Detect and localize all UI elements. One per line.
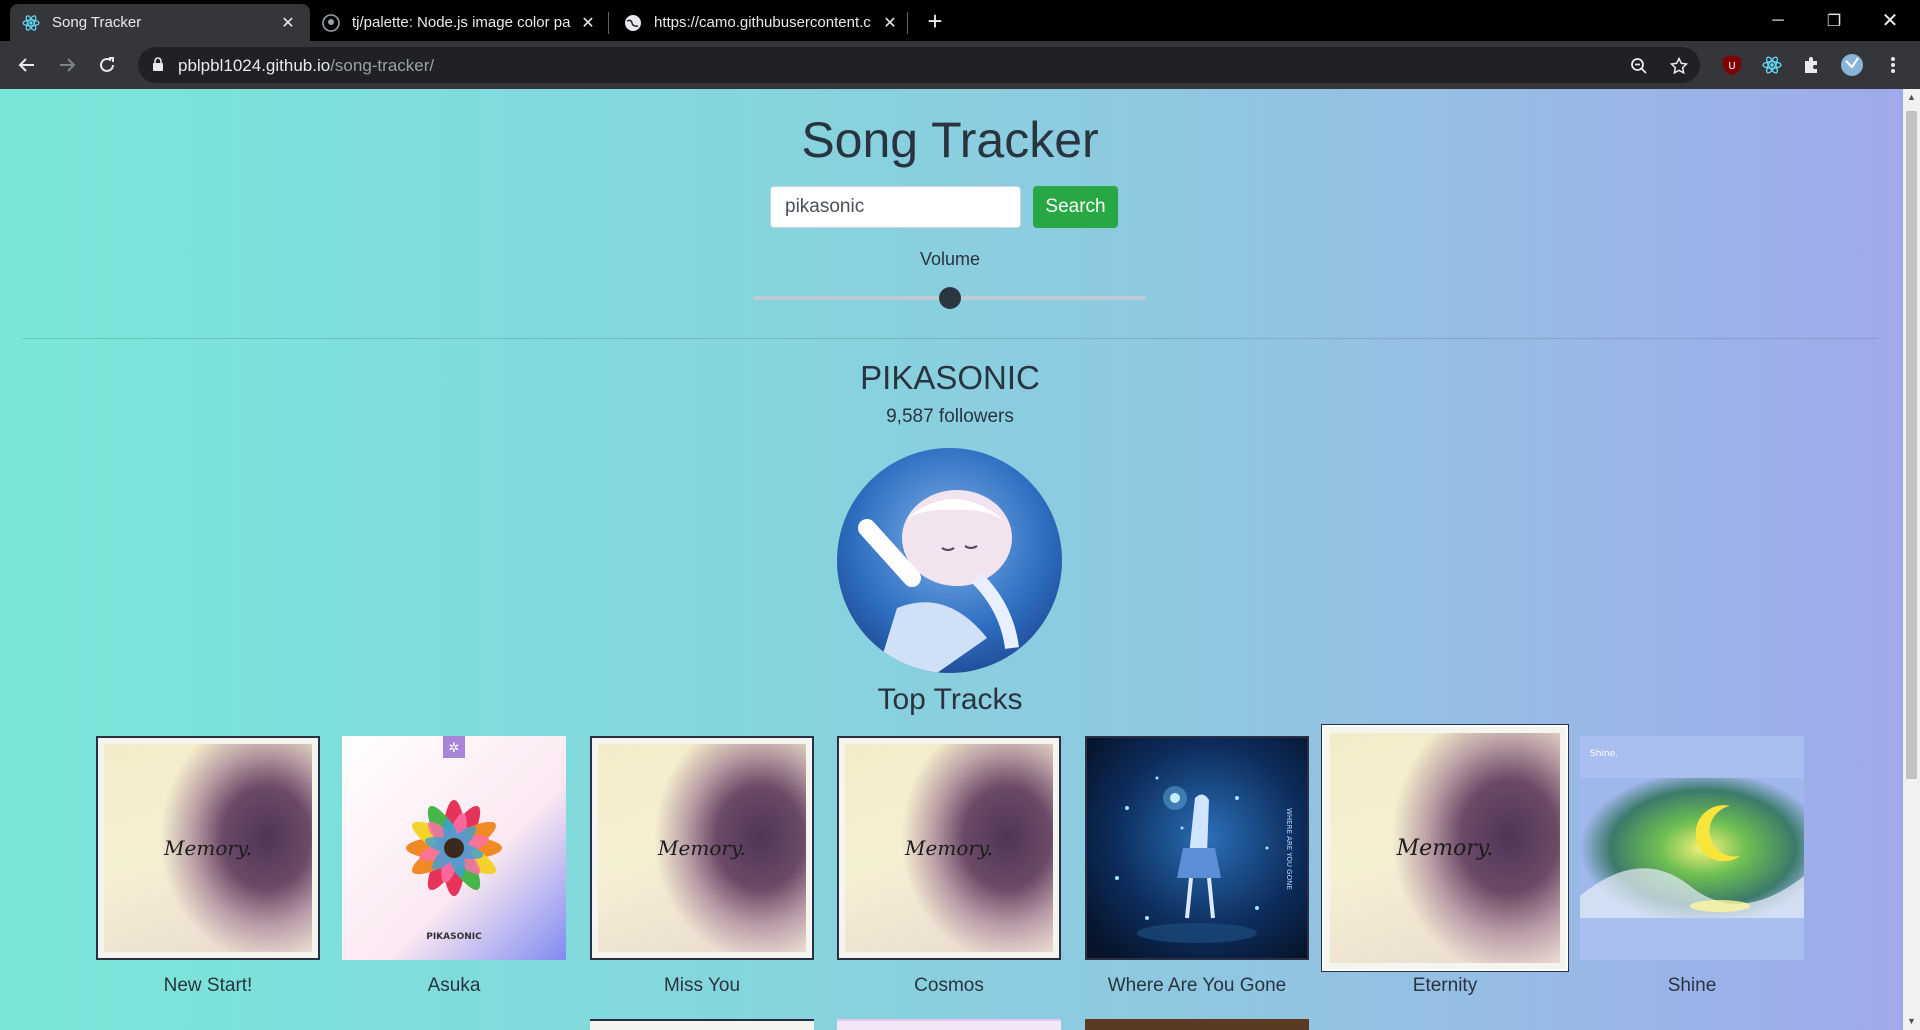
track-cover[interactable]: Memory.: [837, 736, 1061, 960]
github-icon: [322, 13, 340, 32]
close-icon[interactable]: ✕: [578, 13, 598, 33]
react-devtools-icon[interactable]: [1759, 52, 1785, 78]
url-text: pblpbl1024.github.io/song-tracker/: [178, 56, 434, 76]
svg-text:✲: ✲: [449, 741, 460, 756]
close-icon[interactable]: ✕: [278, 13, 298, 33]
track-cover[interactable]: [590, 1019, 814, 1030]
url-path: /song-tracker/: [330, 56, 435, 75]
tab-title: tj/palette: Node.js image color pa: [352, 14, 571, 31]
tab-separator: [907, 12, 908, 34]
track-name[interactable]: New Start!: [88, 975, 328, 997]
cover-text: Memory.: [658, 836, 746, 860]
top-tracks-heading: Top Tracks: [877, 683, 1023, 716]
artist-name: PIKASONIC: [860, 359, 1040, 396]
search-button[interactable]: Search: [1033, 186, 1118, 228]
new-tab-button[interactable]: +: [920, 6, 950, 36]
tab-title: Song Tracker: [52, 14, 142, 31]
tab-separator: [608, 12, 609, 34]
lock-icon: [152, 57, 164, 77]
cover-text: Memory.: [1396, 835, 1494, 861]
cover-text: Shine.: [1590, 749, 1618, 759]
cover-text: WHERE ARE YOU GONE: [1285, 808, 1293, 890]
track-cover[interactable]: Memory.: [96, 736, 320, 960]
reload-icon[interactable]: [92, 50, 122, 80]
cover-text: PIKASONIC: [426, 932, 482, 942]
star-icon[interactable]: [1668, 55, 1690, 77]
close-window-icon[interactable]: ✕: [1862, 0, 1918, 41]
volume-label: Volume: [919, 249, 981, 269]
divider: [22, 338, 1878, 339]
back-icon[interactable]: [12, 50, 42, 80]
track-name[interactable]: Eternity: [1325, 975, 1565, 997]
track-cover[interactable]: ✲ PIKASONIC: [342, 736, 566, 960]
track-cover[interactable]: [1085, 1019, 1309, 1030]
ublock-icon[interactable]: U: [1719, 52, 1745, 78]
track-cover[interactable]: Memory.: [1322, 725, 1568, 971]
track-cover[interactable]: Memory.: [590, 736, 814, 960]
scroll-down-icon[interactable]: ▼: [1903, 1013, 1920, 1030]
close-icon[interactable]: ✕: [880, 13, 900, 33]
url-host: pblpbl1024.github.io: [178, 56, 331, 75]
track-cover[interactable]: Shine.: [1580, 736, 1804, 960]
cover-text: Memory.: [905, 836, 993, 860]
track-cover[interactable]: [837, 1019, 1061, 1030]
track-name[interactable]: Miss You: [582, 975, 822, 997]
track-name[interactable]: Shine: [1572, 975, 1812, 997]
forward-icon[interactable]: [52, 50, 82, 80]
extensions-puzzle-icon[interactable]: [1799, 52, 1825, 78]
scrollbar-thumb[interactable]: [1906, 111, 1917, 779]
artist-avatar: [837, 448, 1062, 673]
cover-text: Memory.: [164, 836, 252, 860]
track-name[interactable]: Asuka: [334, 975, 574, 997]
svg-text:U: U: [1728, 61, 1735, 72]
profile-avatar-icon[interactable]: [1839, 52, 1865, 78]
volume-slider-thumb[interactable]: [938, 287, 961, 309]
browser-toolbar: pblpbl1024.github.io/song-tracker/ U: [0, 41, 1920, 89]
restore-icon[interactable]: ❐: [1806, 0, 1862, 41]
browser-tab-bar: Song Tracker ✕ tj/palette: Node.js image…: [0, 0, 1920, 41]
track-name[interactable]: Where Are You Gone: [1077, 975, 1317, 997]
follower-count: 9,587 followers: [886, 406, 1014, 427]
scroll-up-icon[interactable]: ▲: [1903, 89, 1920, 106]
tab-github-palette[interactable]: tj/palette: Node.js image color pa ✕: [310, 4, 610, 41]
search-input[interactable]: [770, 186, 1021, 228]
react-icon: [22, 14, 40, 32]
globe-icon: [624, 14, 642, 32]
minimize-icon[interactable]: ─: [1750, 0, 1806, 41]
page-content: Song Tracker Search Volume PIKASONIC 9,5…: [0, 89, 1920, 1030]
page-title: Song Tracker: [801, 112, 1099, 168]
track-cover[interactable]: WHERE ARE YOU GONE: [1085, 736, 1309, 960]
track-name[interactable]: Cosmos: [829, 975, 1069, 997]
tab-song-tracker[interactable]: Song Tracker ✕: [10, 4, 310, 41]
tab-camo-github[interactable]: https://camo.githubusercontent.c ✕: [612, 4, 912, 41]
tab-title: https://camo.githubusercontent.c: [654, 14, 871, 31]
zoom-icon[interactable]: [1628, 55, 1650, 77]
address-bar[interactable]: pblpbl1024.github.io/song-tracker/: [138, 47, 1700, 83]
page-scrollbar[interactable]: ▲ ▼: [1903, 89, 1920, 1030]
menu-dots-icon[interactable]: [1880, 52, 1906, 78]
